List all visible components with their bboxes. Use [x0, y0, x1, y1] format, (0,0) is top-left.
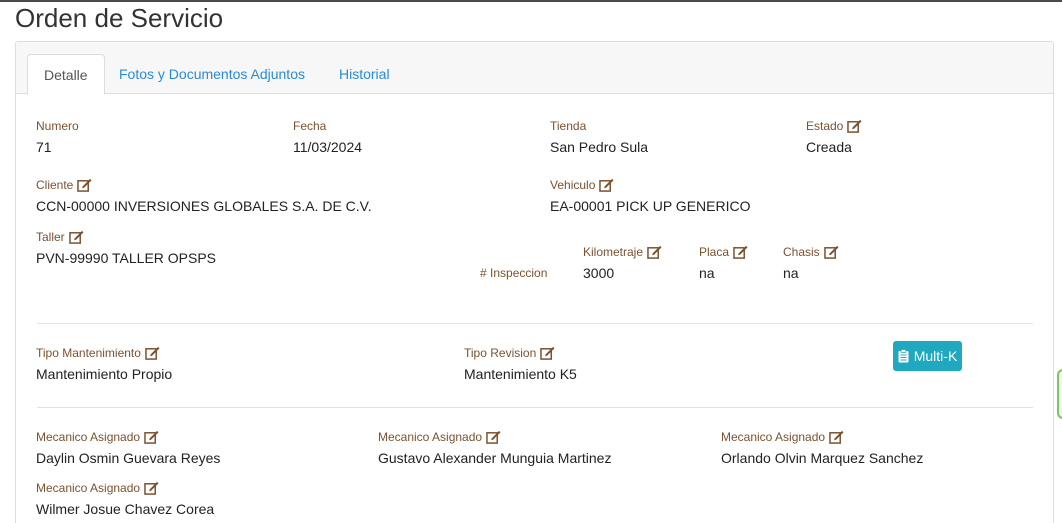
estado-value: Creada: [806, 139, 852, 155]
field-tienda: Tienda San Pedro Sula: [550, 118, 648, 155]
field-inspeccion: # Inspeccion: [480, 265, 547, 281]
placa-label: Placa: [699, 245, 730, 259]
edit-icon[interactable]: [647, 245, 662, 259]
numero-label: Numero: [36, 119, 79, 133]
kilometraje-label: Kilometraje: [583, 245, 644, 259]
placa-value: na: [699, 265, 715, 281]
field-numero: Numero 71: [36, 118, 79, 155]
top-border: [0, 0, 1062, 2]
tipo-revision-label: Tipo Revision: [464, 346, 537, 360]
edit-icon[interactable]: [145, 346, 160, 360]
cliente-label: Cliente: [36, 178, 74, 192]
edit-icon[interactable]: [486, 430, 501, 444]
mecanico-value: Gustavo Alexander Munguia Martinez: [378, 450, 612, 466]
taller-value: PVN-99990 TALLER OPSPS: [36, 250, 217, 266]
inspeccion-label: # Inspeccion: [480, 266, 548, 280]
tab-detalle[interactable]: Detalle: [27, 54, 105, 95]
numero-value: 71: [36, 139, 52, 155]
field-mecanico-1: Mecanico Asignado Daylin Osmin Guevara R…: [36, 429, 220, 466]
field-tipo-revision: Tipo Revision Mantenimiento K5: [464, 345, 577, 382]
taller-label: Taller: [36, 230, 65, 244]
tab-historial[interactable]: Historial: [323, 54, 406, 95]
edit-icon[interactable]: [144, 481, 159, 495]
field-kilometraje: Kilometraje 3000: [583, 244, 662, 281]
vehiculo-label: Vehiculo: [550, 178, 596, 192]
mecanico-label: Mecanico Asignado: [36, 430, 141, 444]
tipo-revision-value: Mantenimiento K5: [464, 366, 577, 382]
field-tipo-mantenimiento: Tipo Mantenimiento Mantenimiento Propio: [36, 345, 172, 382]
field-placa: Placa na: [699, 244, 748, 281]
field-taller: Taller PVN-99990 TALLER OPSPS: [36, 229, 216, 266]
field-estado: Estado Creada: [806, 118, 862, 155]
tienda-label: Tienda: [550, 119, 587, 133]
mecanico-value: Orlando Olvin Marquez Sanchez: [721, 450, 924, 466]
clipboard-icon: [898, 349, 909, 363]
vehiculo-value: EA-00001 PICK UP GENERICO: [550, 198, 751, 214]
fecha-label: Fecha: [293, 119, 327, 133]
tipo-mantenimiento-value: Mantenimiento Propio: [36, 366, 173, 382]
order-panel: Detalle Fotos y Documentos Adjuntos Hist…: [15, 41, 1054, 523]
tienda-value: San Pedro Sula: [550, 139, 649, 155]
edit-icon[interactable]: [77, 178, 92, 192]
mecanico-value: Daylin Osmin Guevara Reyes: [36, 450, 221, 466]
mecanico-label: Mecanico Asignado: [721, 430, 826, 444]
field-mecanico-2: Mecanico Asignado Gustavo Alexander Mung…: [378, 429, 611, 466]
field-chasis: Chasis na: [783, 244, 839, 281]
tipo-mantenimiento-label: Tipo Mantenimiento: [36, 346, 141, 360]
edit-icon[interactable]: [733, 245, 748, 259]
fecha-value: 11/03/2024: [293, 139, 363, 155]
mecanico-label: Mecanico Asignado: [36, 481, 141, 495]
divider: [37, 323, 1033, 324]
edit-icon[interactable]: [144, 430, 159, 444]
edit-icon[interactable]: [68, 230, 84, 244]
side-handle[interactable]: [1057, 369, 1062, 419]
field-cliente: Cliente CCN-00000 INVERSIONES GLOBALES S…: [36, 177, 372, 214]
edit-icon[interactable]: [599, 178, 614, 192]
edit-icon[interactable]: [847, 119, 862, 133]
field-fecha: Fecha 11/03/2024: [293, 118, 362, 155]
divider: [37, 407, 1033, 408]
chasis-value: na: [783, 265, 799, 281]
field-vehiculo: Vehiculo EA-00001 PICK UP GENERICO: [550, 177, 750, 214]
tab-fotos-documentos[interactable]: Fotos y Documentos Adjuntos: [103, 54, 321, 95]
field-mecanico-4: Mecanico Asignado Wilmer Josue Chavez Co…: [36, 480, 214, 517]
multi-k-button[interactable]: Multi-K: [893, 341, 962, 371]
mecanico-value: Wilmer Josue Chavez Corea: [36, 501, 215, 517]
multi-k-label: Multi-K: [913, 348, 958, 364]
kilometraje-value: 3000: [583, 265, 615, 281]
page-title: Orden de Servicio: [15, 3, 224, 33]
edit-icon[interactable]: [823, 245, 839, 259]
edit-icon[interactable]: [829, 430, 844, 444]
field-mecanico-3: Mecanico Asignado Orlando Olvin Marquez …: [721, 429, 923, 466]
edit-icon[interactable]: [540, 346, 555, 360]
cliente-value: CCN-00000 INVERSIONES GLOBALES S.A. DE C…: [36, 198, 372, 214]
chasis-label: Chasis: [783, 245, 820, 259]
tab-bar: Detalle Fotos y Documentos Adjuntos Hist…: [16, 42, 1053, 95]
mecanico-label: Mecanico Asignado: [378, 430, 483, 444]
estado-label: Estado: [806, 119, 844, 133]
